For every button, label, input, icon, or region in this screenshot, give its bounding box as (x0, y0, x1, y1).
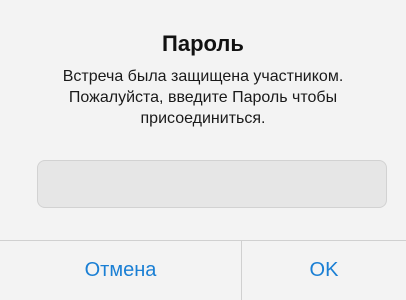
message-line: Пожалуйста, введите Пароль чтобы (68, 89, 338, 106)
password-dialog: Пароль Встреча была защищена участником.… (0, 0, 406, 300)
message-line: присоединиться. (140, 110, 266, 127)
dialog-title: Пароль (162, 31, 244, 56)
dialog-message: Встреча была защищена участником. Пожалу… (20, 66, 386, 129)
password-input[interactable] (37, 160, 387, 208)
message-line: Встреча была защищена участником. (62, 68, 344, 85)
cancel-button[interactable]: Отмена (0, 241, 241, 300)
ok-button[interactable]: OK (242, 241, 406, 300)
